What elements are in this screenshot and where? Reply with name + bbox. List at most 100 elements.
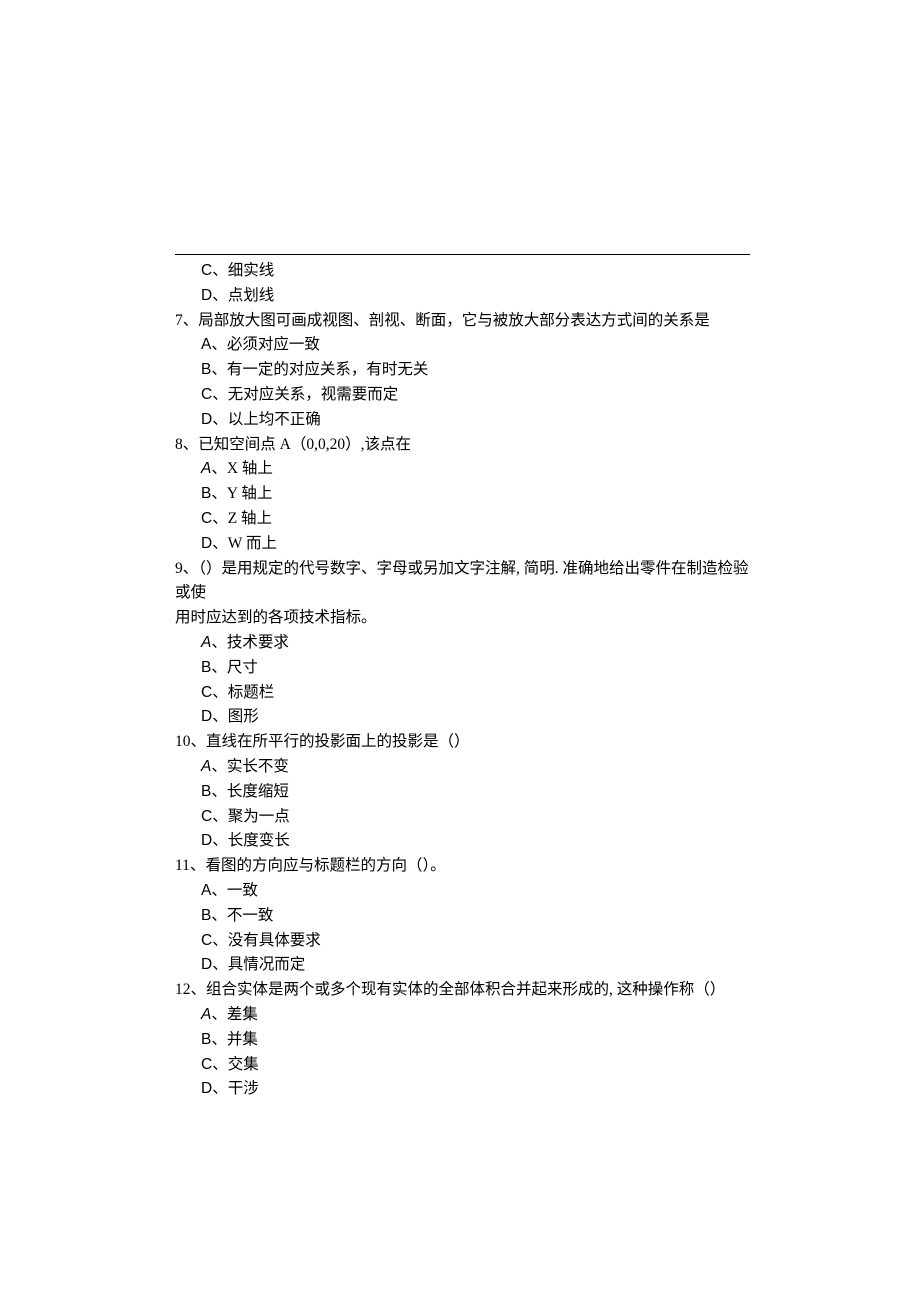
option-text: 图形 <box>228 708 259 725</box>
question-10-stem: 10、直线在所平行的投影面上的投影是（） <box>175 730 750 755</box>
option-line: D、图形 <box>175 705 750 730</box>
option-letter-A: A <box>201 634 211 651</box>
option-sep: 、 <box>212 287 228 304</box>
option-text: 尺寸 <box>227 659 258 676</box>
option-text: W 而上 <box>228 535 277 552</box>
stem-sep: 、 <box>183 312 199 329</box>
option-sep: 、 <box>211 1031 227 1048</box>
option-letter-C: C <box>201 1056 212 1073</box>
option-letter-C: C <box>201 386 212 403</box>
question-11-stem: 11、看图的方向应与标题栏的方向（）。 <box>175 854 750 879</box>
option-text: 实长不变 <box>227 758 289 775</box>
option-line: C、标题栏 <box>175 681 750 706</box>
option-line: B、尺寸 <box>175 656 750 681</box>
option-letter-D: D <box>201 1080 212 1097</box>
question-number: 12 <box>175 981 191 998</box>
option-text: 无对应关系，视需要而定 <box>228 386 399 403</box>
option-text: 聚为一点 <box>228 808 290 825</box>
option-letter-B: B <box>201 783 211 800</box>
option-text: 具情况而定 <box>228 956 306 973</box>
option-line: B、不一致 <box>175 904 750 929</box>
question-stem-text: 已知空间点 A（0,0,20）,该点在 <box>198 436 411 453</box>
question-stem-text: 看图的方向应与标题栏的方向（）。 <box>205 857 445 874</box>
option-letter-D: D <box>201 535 212 552</box>
option-text: 点划线 <box>228 287 275 304</box>
option-sep: 、 <box>212 535 228 552</box>
option-text: 技术要求 <box>227 634 289 651</box>
option-sep: 、 <box>211 460 227 477</box>
option-sep: 、 <box>211 1006 227 1023</box>
stem-sep: 、 <box>191 981 207 998</box>
option-sep: 、 <box>211 659 227 676</box>
option-sep: 、 <box>211 485 227 502</box>
option-line: A、X 轴上 <box>175 457 750 482</box>
option-letter-D: D <box>201 708 212 725</box>
option-sep: 、 <box>212 956 228 973</box>
question-7-stem: 7、局部放大图可画成视图、剖视、断面，它与被放大部分表达方式间的关系是 <box>175 309 750 334</box>
option-text: 干涉 <box>228 1080 259 1097</box>
option-sep: 、 <box>212 932 228 949</box>
option-letter-A: A <box>201 336 211 353</box>
option-line: A、实长不变 <box>175 755 750 780</box>
option-letter-D: D <box>201 956 212 973</box>
option-sep: 、 <box>211 361 227 378</box>
option-text: 长度变长 <box>228 832 290 849</box>
option-text: 交集 <box>228 1056 259 1073</box>
question-number: 11 <box>175 857 190 874</box>
option-letter-C: C <box>201 808 212 825</box>
option-line: C、聚为一点 <box>175 805 750 830</box>
option-text: 一致 <box>227 882 258 899</box>
option-letter-C: C <box>201 684 212 701</box>
option-letter-A: A <box>201 758 211 775</box>
option-letter-A: A <box>201 460 211 477</box>
question-stem-text: 直线在所平行的投影面上的投影是（） <box>206 733 470 750</box>
option-letter-B: B <box>201 485 211 502</box>
option-line: D、长度变长 <box>175 829 750 854</box>
option-line: B、Y 轴上 <box>175 482 750 507</box>
question-stem-text-2: 用时应达到的各项技术指标。 <box>175 609 377 626</box>
question-stem-text: （）是用规定的代号数字、字母或另加文字注解, 简明. 准确地给出零件在制造检验或… <box>175 560 749 602</box>
option-sep: 、 <box>211 907 227 924</box>
option-line: C、Z 轴上 <box>175 507 750 532</box>
option-sep: 、 <box>211 783 227 800</box>
option-sep: 、 <box>212 411 228 428</box>
option-line: D、W 而上 <box>175 532 750 557</box>
option-letter-C: C <box>201 932 212 949</box>
option-sep: 、 <box>212 510 228 527</box>
stem-sep: 、 <box>183 560 199 577</box>
question-9-stem: 9、（）是用规定的代号数字、字母或另加文字注解, 简明. 准确地给出零件在制造检… <box>175 557 750 607</box>
option-sep: 、 <box>211 882 227 899</box>
option-sep: 、 <box>212 1080 228 1097</box>
stem-sep: 、 <box>183 436 199 453</box>
option-letter-D: D <box>201 411 212 428</box>
option-line: B、长度缩短 <box>175 780 750 805</box>
question-9-stem-line2: 用时应达到的各项技术指标。 <box>175 606 750 631</box>
option-sep: 、 <box>211 336 227 353</box>
header-rule <box>175 254 750 255</box>
option-sep: 、 <box>212 262 228 279</box>
option-line: A、差集 <box>175 1003 750 1028</box>
question-stem-text: 组合实体是两个或多个现有实体的全部体积合并起来形成的, 这种操作称（） <box>206 981 725 998</box>
option-text: 标题栏 <box>228 684 275 701</box>
option-text: X 轴上 <box>227 460 273 477</box>
option-text: 细实线 <box>228 262 275 279</box>
option-letter-C: C <box>201 510 212 527</box>
option-line: B、并集 <box>175 1028 750 1053</box>
stem-sep: 、 <box>191 733 207 750</box>
option-sep: 、 <box>212 808 228 825</box>
option-text: 必须对应一致 <box>227 336 320 353</box>
question-number: 9 <box>175 560 183 577</box>
option-text: Y 轴上 <box>227 485 273 502</box>
option-letter-B: B <box>201 659 211 676</box>
option-text: 并集 <box>227 1031 258 1048</box>
option-text: 有一定的对应关系，有时无关 <box>227 361 429 378</box>
option-text: 差集 <box>227 1006 258 1023</box>
option-line: D、干涉 <box>175 1077 750 1102</box>
question-12-stem: 12、组合实体是两个或多个现有实体的全部体积合并起来形成的, 这种操作称（） <box>175 978 750 1003</box>
option-sep: 、 <box>212 684 228 701</box>
question-8-stem: 8、已知空间点 A（0,0,20）,该点在 <box>175 433 750 458</box>
option-text: 不一致 <box>227 907 274 924</box>
stem-sep: 、 <box>190 857 206 874</box>
option-line: C、没有具体要求 <box>175 929 750 954</box>
option-text: 没有具体要求 <box>228 932 321 949</box>
